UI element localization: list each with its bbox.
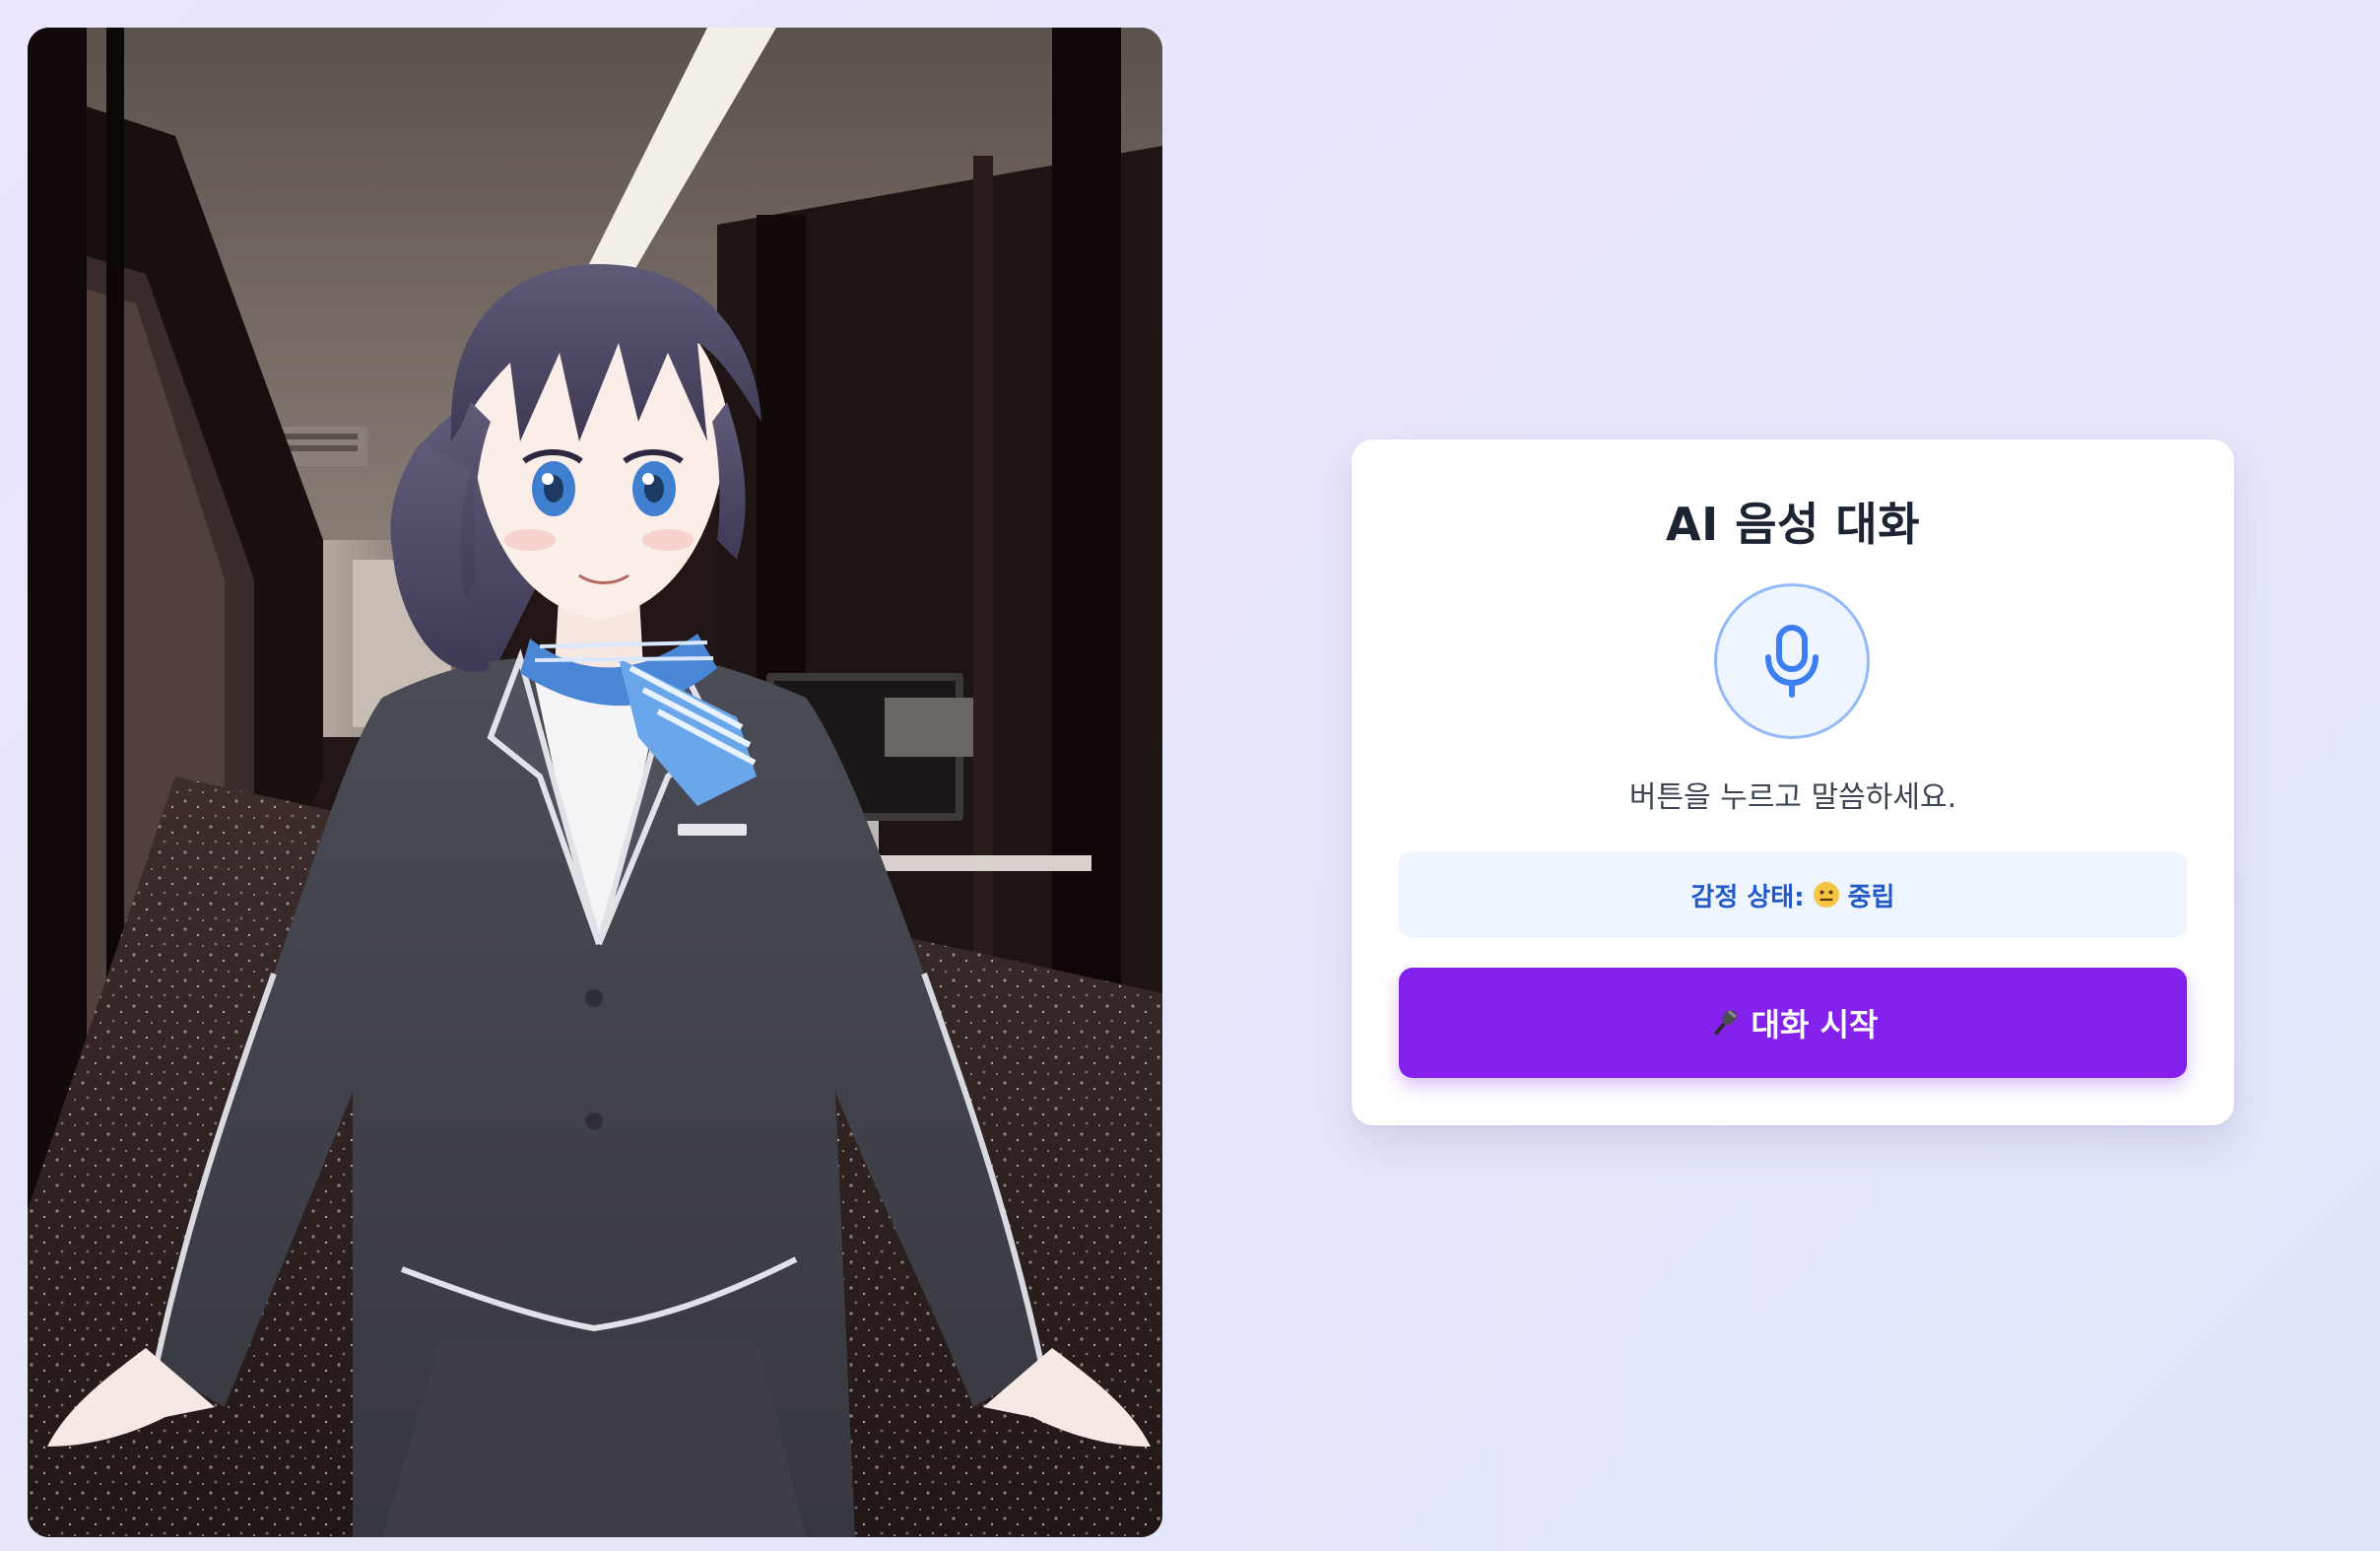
microphone-button[interactable] [1714, 583, 1870, 739]
emotion-value: 중립 [1847, 882, 1895, 912]
avatar-illustration [28, 28, 1162, 1537]
emotion-status-box: 감정 상태: 중립 [1399, 851, 2187, 938]
start-conversation-button[interactable]: 대화 시작 [1399, 968, 2187, 1078]
emotion-label: 감정 상태: [1690, 882, 1805, 912]
page-title: AI 음성 대화 [1665, 498, 1921, 551]
microphone-emoji-icon [1714, 1010, 1737, 1035]
start-button-label: 대화 시작 [1751, 1006, 1879, 1044]
neutral-face-emoji-icon [1813, 882, 1839, 908]
instruction-text: 버튼을 누르고 말씀하세요. [1628, 780, 1957, 815]
voice-chat-card: AI 음성 대화 버튼을 누르고 말씀하세요. 감정 상태: 중립 대화 시작 [1352, 439, 2234, 1125]
avatar-scene [28, 28, 1162, 1537]
microphone-icon [1765, 625, 1818, 698]
